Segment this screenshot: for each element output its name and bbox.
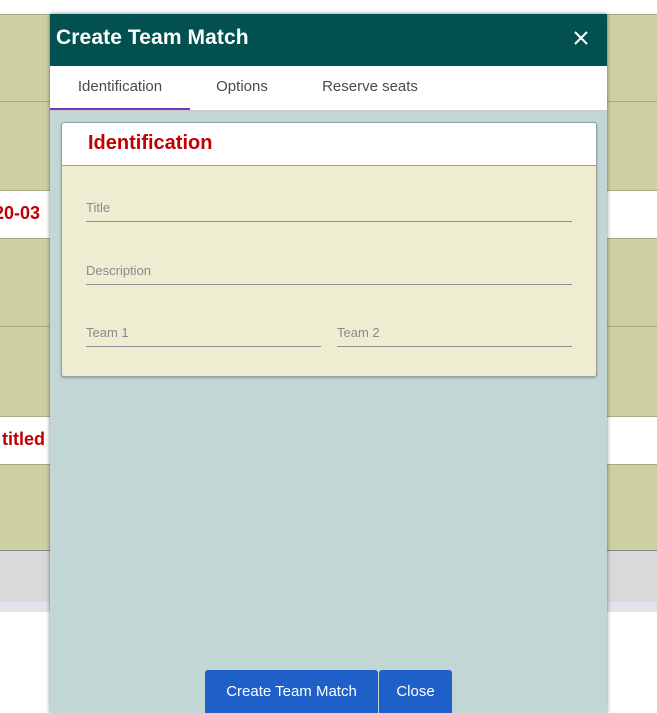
card-header: Identification: [62, 123, 596, 166]
description-input[interactable]: [86, 258, 572, 282]
background-partial-text: 20-03: [0, 203, 41, 223]
create-team-match-dialog: Create Team Match Identification Options…: [50, 14, 607, 713]
team2-field: [337, 320, 572, 347]
identification-card: Identification: [61, 122, 597, 377]
section-title: Identification: [88, 132, 213, 154]
background-partial-text: titled: [2, 429, 45, 449]
title-field: [86, 195, 572, 222]
close-icon[interactable]: [569, 26, 593, 50]
tab-reserve-seats[interactable]: Reserve seats: [308, 66, 432, 108]
close-button[interactable]: Close: [379, 670, 452, 713]
description-field: [86, 258, 572, 285]
title-input[interactable]: [86, 195, 572, 219]
tab-options[interactable]: Options: [202, 66, 282, 108]
team2-input[interactable]: [337, 320, 572, 344]
tab-identification[interactable]: Identification: [50, 66, 190, 110]
dialog-title: Create Team Match: [56, 26, 249, 49]
team1-field: [86, 320, 321, 347]
dialog-header: Create Team Match: [50, 14, 607, 66]
tab-bar: Identification Options Reserve seats: [50, 66, 607, 111]
team1-input[interactable]: [86, 320, 321, 344]
create-team-match-button[interactable]: Create Team Match: [205, 670, 378, 713]
